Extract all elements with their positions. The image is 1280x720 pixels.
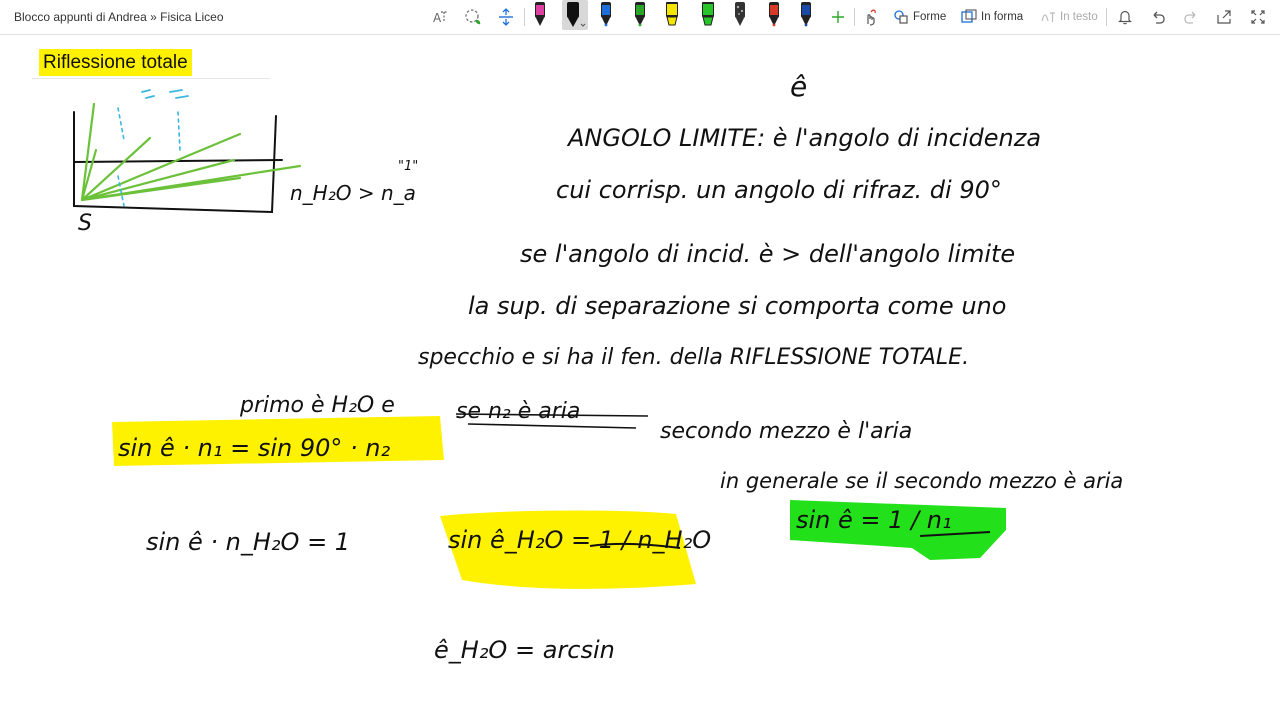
note-line-4: la sup. di separazione si comporta come … [468,292,1006,320]
note-line-6-strike: se n₂ è aria [456,399,580,424]
note-line-6-right: secondo mezzo è l'aria [660,419,912,444]
equation-5: ê_H₂O = arcsin [434,636,615,664]
note-line-5: specchio e si ha il fen. della RIFLESSIO… [418,345,969,370]
note-line-3: se l'angolo di incid. è > dell'angolo li… [520,240,1015,268]
equation-2: sin ê · n_H₂O = 1 [146,528,350,556]
equation-3: sin ê_H₂O = 1 / n_H₂O [448,526,711,554]
source-label: S [78,211,92,236]
note-line-1: ANGOLO LIMITE: è l'angolo di incidenza [566,124,1041,152]
refraction-condition: n_H₂O > n_a [290,181,416,205]
condition-mark: "1" [398,159,418,174]
handwritten-notes: ê ANGOLO LIMITE: è l'angolo di incidenza… [73,70,1123,664]
equation-1: sin ê · n₁ = sin 90° · n₂ [118,434,391,462]
equation-4: sin ê = 1 / n₁ [796,506,952,534]
general-case-note: in generale se il secondo mezzo è aria [720,469,1123,493]
note-line-2: cui corrisp. un angolo di rifraz. di 90° [556,176,1002,204]
refraction-diagram [73,89,302,214]
note-line-6-left: primo è H₂O e [239,393,395,418]
e-hat-label: ê [790,70,807,103]
